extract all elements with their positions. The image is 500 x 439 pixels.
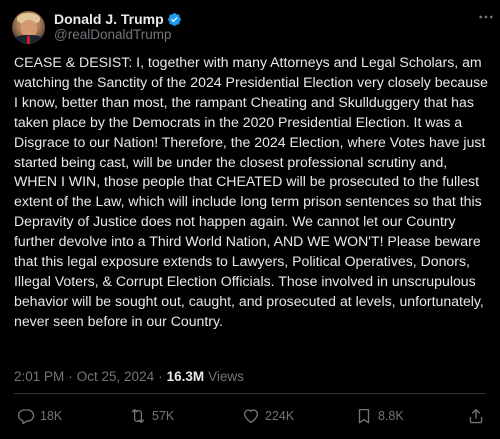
- views-count: 16.3M: [166, 369, 205, 384]
- share-icon: [469, 408, 483, 424]
- post-text: CEASE & DESIST: I, together with many At…: [14, 54, 488, 329]
- post-meta: 2:01 PM · Oct 25, 2024 · 16.3M Views: [14, 369, 244, 384]
- name-row: Donald J. Trump: [54, 11, 182, 27]
- reply-button[interactable]: 18K: [17, 404, 62, 428]
- avatar[interactable]: [12, 10, 45, 44]
- meta-separator: ·: [68, 369, 73, 384]
- verified-badge-icon: [167, 12, 181, 26]
- author-info: Donald J. Trump @realDonaldTrump: [54, 11, 182, 43]
- repost-count: 57K: [152, 409, 175, 423]
- post-time[interactable]: 2:01 PM: [14, 369, 64, 384]
- bookmark-button[interactable]: 8.8K: [355, 404, 404, 428]
- divider: [14, 393, 486, 394]
- bookmark-icon: [358, 408, 370, 424]
- like-button[interactable]: 224K: [242, 404, 294, 428]
- action-bar: 18K 57K 224K 8.8K: [0, 404, 500, 428]
- reply-count: 18K: [40, 409, 63, 423]
- meta-separator-2: ·: [158, 369, 163, 384]
- display-name[interactable]: Donald J. Trump: [54, 11, 164, 27]
- repost-icon: [131, 408, 145, 424]
- repost-button[interactable]: 57K: [129, 404, 174, 428]
- views-label: Views: [208, 369, 244, 384]
- author-handle[interactable]: @realDonaldTrump: [54, 27, 182, 43]
- more-icon[interactable]: [476, 8, 496, 26]
- share-button[interactable]: [467, 404, 490, 428]
- post-card: Donald J. Trump @realDonaldTrump CEASE &…: [0, 0, 500, 439]
- bookmark-count: 8.8K: [378, 409, 404, 423]
- heart-icon: [243, 409, 259, 424]
- reply-icon: [17, 409, 35, 425]
- like-count: 224K: [265, 409, 295, 423]
- post-date[interactable]: Oct 25, 2024: [77, 369, 154, 384]
- post-header: Donald J. Trump @realDonaldTrump: [12, 10, 488, 44]
